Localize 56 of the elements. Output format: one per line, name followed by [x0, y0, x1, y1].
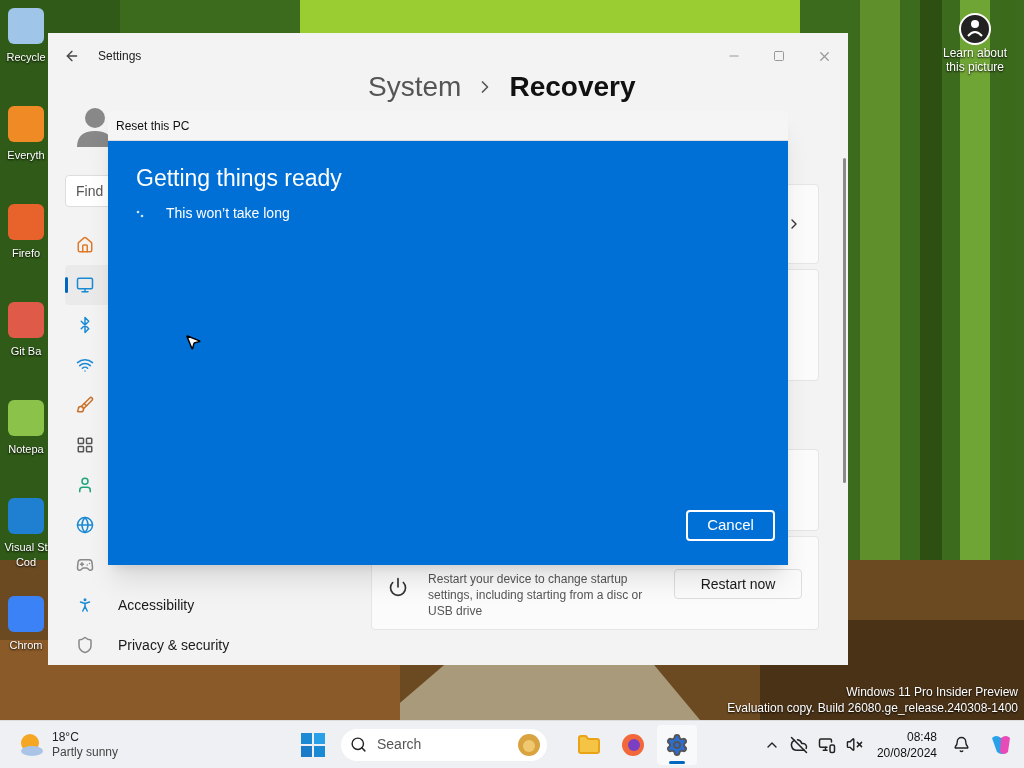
nav-item[interactable]: Privacy & security: [65, 625, 349, 665]
nav-item[interactable]: Accessibility: [65, 585, 349, 625]
shield-icon: [76, 636, 94, 654]
breadcrumb-parent[interactable]: System: [368, 70, 462, 104]
person-icon: [76, 476, 94, 494]
page-title: Recovery: [509, 70, 636, 104]
build-notice: Evaluation copy. Build 26080.ge_release.240308-1400: [727, 700, 1018, 716]
shortcut-label: Git Ba: [10, 344, 42, 359]
clock[interactable]: 08:48 20/08/2024: [876, 728, 937, 761]
dialog-title: Reset this PC: [116, 117, 190, 135]
restart-now-button[interactable]: Restart now: [674, 569, 803, 599]
browser-icon: [621, 732, 645, 757]
weather-temperature: 18°C: [52, 729, 80, 745]
taskbar-app[interactable]: [657, 724, 697, 765]
shortcut-label: Everyth: [7, 148, 45, 163]
window-title: Settings: [98, 48, 142, 65]
home-icon: [76, 236, 94, 254]
status-text: This won’t take long: [166, 204, 290, 223]
shortcut-label: Notepa: [8, 442, 44, 457]
grid-icon: [76, 436, 94, 454]
spinner-icon: [136, 208, 146, 219]
globe-icon: [76, 516, 94, 534]
shortcut-icon[interactable]: [8, 400, 44, 436]
shortcut-label: Recycle: [6, 50, 46, 65]
network-icon[interactable]: [817, 735, 836, 754]
shortcut-label: Visual St Cod: [4, 540, 48, 570]
info-icon[interactable]: [958, 12, 992, 46]
gear-icon: [665, 732, 689, 757]
active-indicator: [669, 760, 685, 764]
back-icon[interactable]: [64, 48, 80, 64]
taskbar-search-field[interactable]: Search: [341, 728, 547, 761]
selection-indicator: [65, 277, 68, 293]
start-icon[interactable]: [301, 732, 325, 757]
shortcut-icon[interactable]: [8, 8, 44, 44]
setting-description: Restart your device to change startup settings, including starting from a disc or USB drive: [428, 571, 644, 619]
cloud-off-icon[interactable]: [789, 735, 808, 754]
folder-icon: [577, 732, 601, 757]
learn-picture-link[interactable]: Learn about this picture: [938, 46, 1012, 74]
brush-icon: [76, 396, 94, 414]
shortcut-label: Chrom: [9, 638, 43, 653]
cancel-button[interactable]: Cancel: [686, 510, 775, 541]
monitor-icon: [76, 276, 94, 294]
volume-muted-icon[interactable]: [845, 736, 863, 753]
lion-head-icon: [517, 732, 541, 757]
bell-icon[interactable]: [953, 736, 970, 753]
scrollbar[interactable]: [843, 158, 846, 483]
search-icon: [350, 736, 367, 753]
weather-condition: Partly sunny: [52, 744, 119, 760]
wifi-icon: [76, 356, 94, 374]
build-notice: Windows 11 Pro Insider Preview: [846, 684, 1018, 700]
shortcut-label: Firefo: [11, 246, 41, 261]
gamepad-icon: [76, 556, 94, 574]
power-icon: [388, 577, 409, 597]
maximize-icon[interactable]: [773, 50, 785, 62]
dialog-heading: Getting things ready: [136, 164, 343, 193]
mouse-cursor-icon: [184, 333, 202, 351]
